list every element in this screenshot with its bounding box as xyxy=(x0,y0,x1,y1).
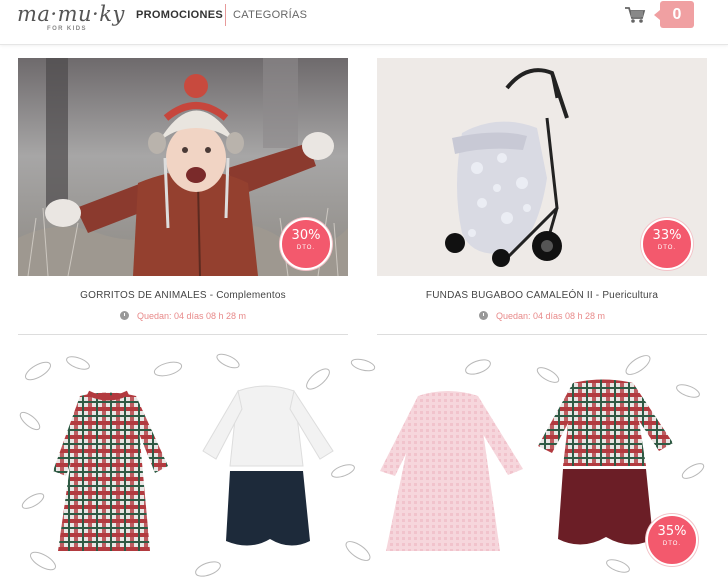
clock-icon xyxy=(478,311,488,320)
promo-title[interactable]: FUNDAS BUGABOO CAMALEÓN II - Puericultur… xyxy=(377,290,707,301)
nav-categorias[interactable]: CATEGORÍAS xyxy=(233,9,307,21)
discount-badge: 30% DTO. xyxy=(280,218,332,270)
discount-percent: 35% xyxy=(657,524,687,539)
discount-percent: 33% xyxy=(652,228,682,243)
discount-label: DTO. xyxy=(662,541,682,547)
card-divider xyxy=(18,334,348,335)
discount-badge: 35% DTO. xyxy=(646,514,698,566)
logo-subtitle: FOR KIDS xyxy=(47,26,87,32)
discount-label: DTO. xyxy=(657,245,677,251)
top-header: ma·mu·ky FOR KIDS PROMOCIONES CATEGORÍAS… xyxy=(0,0,728,45)
promo-name: GORRITOS DE ANIMALES xyxy=(80,290,207,301)
card-divider xyxy=(377,334,707,335)
promo-category: - Puericultura xyxy=(592,290,659,301)
logo[interactable]: ma·mu·ky FOR KIDS xyxy=(17,2,124,36)
promo-category: - Complementos xyxy=(206,290,286,301)
discount-badge: 33% DTO. xyxy=(641,218,693,270)
clock-icon xyxy=(119,311,129,320)
promo-image-clothing[interactable] xyxy=(18,351,708,583)
timer-text: Quedan: 04 días 08 h 28 m xyxy=(136,311,247,321)
discount-label: DTO. xyxy=(296,245,316,251)
promo-card-gorritos[interactable]: 30% DTO. GORRITOS DE ANIMALES - Compleme… xyxy=(18,58,348,338)
promo-name: FUNDAS BUGABOO CAMALEÓN II xyxy=(425,290,593,301)
cart-count-badge[interactable]: 0 xyxy=(654,1,694,28)
promo-card-clothing[interactable]: 35% DTO. xyxy=(18,351,708,583)
promo-title[interactable]: GORRITOS DE ANIMALES - Complementos xyxy=(18,290,348,301)
promo-card-bugaboo[interactable]: 33% DTO. FUNDAS BUGABOO CAMALEÓN II - Pu… xyxy=(377,58,707,338)
promo-timer: Quedan: 04 días 08 h 28 m xyxy=(18,311,348,321)
nav-divider xyxy=(225,4,226,26)
shopping-cart-icon[interactable] xyxy=(624,6,646,24)
timer-text: Quedan: 04 días 08 h 28 m xyxy=(495,311,606,321)
nav-promociones[interactable]: PROMOCIONES xyxy=(136,9,223,21)
discount-percent: 30% xyxy=(291,228,321,243)
logo-text: ma·mu·ky xyxy=(17,2,125,26)
promo-timer: Quedan: 04 días 08 h 28 m xyxy=(377,311,707,321)
